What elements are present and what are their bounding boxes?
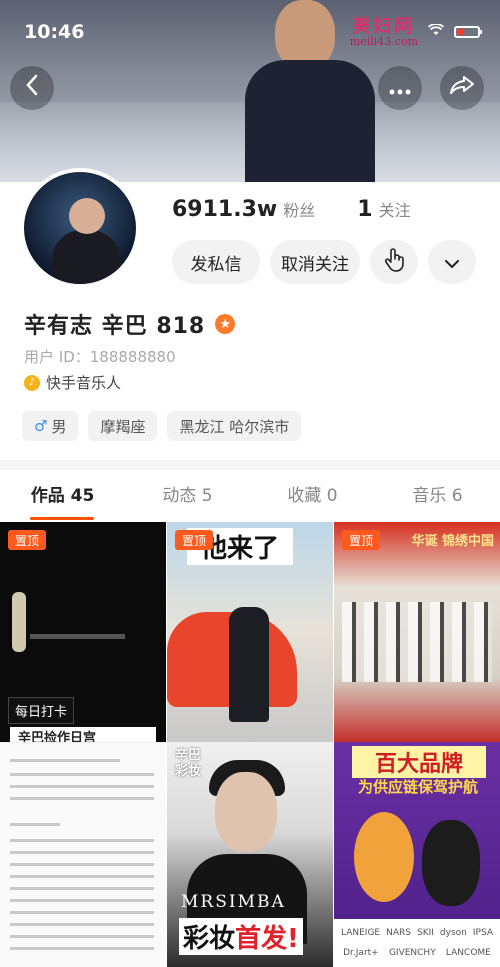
thumbnail-subline: 为供应链保驾护航 — [358, 778, 479, 796]
thumbnail-caption: 每日打卡 — [8, 697, 75, 724]
back-button[interactable] — [10, 66, 54, 110]
profile-stats: 6911.3w 粉丝 1 关注 — [172, 197, 447, 222]
content-tabs: 作品 45 动态 5 收藏 0 音乐 6 — [0, 470, 500, 522]
more-button[interactable] — [378, 66, 422, 110]
work-thumbnail[interactable]: 他来了 置顶 — [167, 522, 333, 742]
wifi-icon — [427, 23, 445, 40]
music-note-icon: ♪ — [24, 374, 40, 391]
following-count[interactable]: 1 — [357, 197, 372, 222]
verified-badge-icon[interactable]: ★ — [215, 314, 236, 334]
thumbnail-slogan: 华诞 锦绣中国 — [411, 534, 494, 549]
hand-pointer-icon — [384, 247, 404, 277]
work-thumbnail[interactable]: 百大品牌 为供应链保驾护航 LANEIGE NARS SKII dyson IP… — [334, 742, 500, 967]
profile-actions: 发私信 取消关注 — [172, 240, 476, 284]
share-arrow-icon — [449, 75, 475, 101]
profile-screen: 10:46 美妇网 meili43.com 6911.3w 粉丝 1 关注 发私… — [0, 0, 500, 967]
pinned-badge: 置顶 — [8, 530, 47, 550]
following-label[interactable]: 关注 — [379, 197, 411, 221]
work-thumbnail[interactable]: 辛巴彩妆 MRSIMBA 彩妆首发! — [167, 742, 333, 967]
expand-button[interactable] — [428, 240, 476, 284]
chevron-left-icon — [25, 74, 39, 102]
share-button[interactable] — [440, 66, 484, 110]
location-chip: 黑龙江 哈尔滨市 — [167, 411, 302, 441]
pinned-badge: 置顶 — [342, 530, 381, 550]
battery-icon — [454, 26, 482, 38]
status-time: 10:46 — [24, 21, 85, 43]
unfollow-button[interactable]: 取消关注 — [270, 240, 360, 284]
work-thumbnail[interactable]: 华诞 锦绣中国 置顶 — [334, 522, 500, 742]
tab-moments[interactable]: 动态 5 — [125, 470, 250, 522]
tab-music[interactable]: 音乐 6 — [375, 470, 500, 522]
thumbnail-strip: 辛巴捡作日宫 — [10, 727, 156, 742]
work-thumbnail[interactable] — [0, 742, 166, 967]
work-thumbnail[interactable]: 置顶 每日打卡 辛巴捡作日宫 — [0, 522, 166, 742]
zodiac-chip: 摩羯座 — [88, 411, 158, 441]
thumbnail-headline: 百大品牌 — [352, 746, 486, 778]
section-divider — [0, 460, 500, 470]
watermark: 美妇网 meili43.com — [349, 15, 418, 48]
chevron-down-icon — [444, 250, 460, 274]
avatar[interactable] — [20, 168, 140, 288]
status-bar: 10:46 美妇网 meili43.com — [24, 15, 482, 48]
pinned-badge: 置顶 — [175, 530, 214, 550]
followers-count[interactable]: 6911.3w — [172, 197, 277, 222]
thumbnail-brand: MRSIMBA — [181, 892, 286, 912]
more-dots-icon — [389, 76, 411, 101]
tap-hand-button[interactable] — [370, 240, 418, 284]
send-message-button[interactable]: 发私信 — [172, 240, 260, 284]
thumbnail-vertical-text: 辛巴彩妆 — [175, 748, 202, 779]
gender-chip: ♂ 男 — [22, 411, 79, 441]
male-icon: ♂ — [34, 417, 48, 435]
musician-tag[interactable]: ♪ 快手音乐人 — [24, 372, 121, 393]
name-row: 辛有志 辛巴 818 ★ — [24, 308, 236, 340]
brand-logos: LANEIGE NARS SKII dyson IPSA Dr.Jart+ GI… — [334, 919, 500, 967]
profile-header: 6911.3w 粉丝 1 关注 发私信 取消关注 辛有志 辛巴 818 ★ 用户 — [0, 168, 500, 460]
works-grid: 置顶 每日打卡 辛巴捡作日宫 他来了 置顶 华诞 锦绣中国 置顶 辛巴彩妆 MR… — [0, 522, 500, 967]
tab-favorites[interactable]: 收藏 0 — [250, 470, 375, 522]
display-name: 辛有志 辛巴 818 — [24, 314, 206, 339]
thumbnail-headline: 彩妆首发! — [179, 918, 303, 955]
followers-label[interactable]: 粉丝 — [283, 197, 315, 221]
user-id: 用户 ID：188888880 — [24, 348, 176, 366]
tab-works[interactable]: 作品 45 — [0, 470, 125, 522]
profile-chips: ♂ 男 摩羯座 黑龙江 哈尔滨市 — [22, 411, 302, 441]
